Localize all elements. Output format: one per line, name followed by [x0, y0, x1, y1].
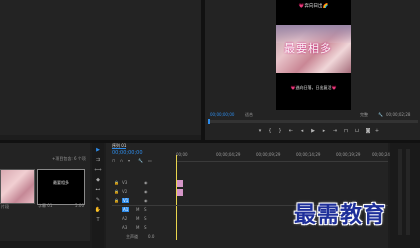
- overwrite-icon[interactable]: ⊔: [354, 128, 360, 134]
- mute-icon[interactable]: M: [136, 207, 139, 212]
- project-clip-thumbnail-2[interactable]: 最要相多: [37, 169, 85, 205]
- project-clip-thumbnail-1[interactable]: [0, 169, 35, 204]
- export-frame-icon[interactable]: ◙: [365, 128, 371, 134]
- project-panel: +项目包含: 6 个项 片段 最要相多 字幕 01 5:00: [0, 143, 90, 248]
- watermark-text: 最需教育: [294, 202, 387, 228]
- video-image: 最要相多: [276, 25, 351, 73]
- captions-icon[interactable]: ▭: [148, 158, 152, 163]
- time-ruler[interactable]: 00;00 00;00;04;29 00;00;09;29 00;00;14;2…: [176, 151, 396, 162]
- ruler-label: 00;00;09;29: [256, 152, 281, 157]
- program-timecode: 00;00;00;00: [210, 112, 235, 117]
- project-footer-bar: [0, 241, 90, 248]
- timeline-options-row: ⊓ ∩ ▾ 🔧 ▭: [112, 158, 172, 164]
- program-video-frame: 💗奔向日出🌈 最要相多 💗逃向日落，日出复活💗: [276, 0, 351, 110]
- program-monitor-panel: 💗奔向日出🌈 最要相多 💗逃向日落，日出复活💗 00;00;00;00 适合 完…: [205, 0, 420, 140]
- solo-icon[interactable]: S: [144, 216, 147, 221]
- track-v1[interactable]: V1 🔒 ◉: [112, 197, 184, 205]
- track-name: A3: [122, 225, 128, 230]
- source-monitor-panel: [0, 0, 201, 135]
- selection-tool-icon[interactable]: ▶: [94, 146, 102, 154]
- solo-icon[interactable]: S: [144, 225, 147, 230]
- add-marker-icon[interactable]: ▾: [128, 158, 130, 163]
- track-headers: V3 🔒 ◉ V2 🔒 ◉ V1 🔒 ◉ A1 M S A2 M S A3 M S 主声道 0.0: [112, 179, 176, 239]
- project-bin-label: +项目包含: 6 个项: [52, 156, 86, 161]
- eye-icon[interactable]: ◉: [144, 198, 148, 203]
- go-to-out-icon[interactable]: ⇥: [332, 128, 338, 134]
- track-master[interactable]: 主声道 0.0: [112, 233, 184, 241]
- track-a3[interactable]: A3 M S: [112, 224, 184, 232]
- lock-icon[interactable]: 🔒: [114, 180, 119, 185]
- track-name: V1: [122, 198, 130, 203]
- audio-meter-right: [406, 149, 410, 235]
- sequence-tab[interactable]: 序列 01: [112, 143, 127, 149]
- track-name: 主声道: [126, 234, 138, 239]
- clip-v1[interactable]: [177, 189, 183, 196]
- out-point-icon[interactable]: }: [277, 128, 283, 134]
- project-clip-duration: 5:00: [75, 203, 84, 208]
- track-name: A1: [122, 207, 130, 212]
- clip-v2[interactable]: [177, 180, 183, 187]
- program-duration: 00;00;02;28: [386, 112, 411, 117]
- transport-controls: ▾ { } ⇤ ◂ ▶ ▸ ⇥ ⊓ ⊔ ◙ +: [257, 128, 379, 136]
- project-clip-label-1: 片段: [1, 204, 9, 209]
- add-icon[interactable]: +: [374, 128, 380, 134]
- track-v3[interactable]: V3 🔒 ◉: [112, 179, 184, 187]
- play-icon[interactable]: ▶: [310, 128, 316, 134]
- snap-icon[interactable]: ⊓: [112, 158, 115, 163]
- wrench-icon[interactable]: 🔧: [138, 158, 143, 163]
- mute-icon[interactable]: M: [136, 225, 139, 230]
- track-select-icon[interactable]: ⇉: [94, 156, 102, 164]
- ruler-label: 00;00;04;29: [216, 152, 241, 157]
- pen-icon[interactable]: ✎: [94, 196, 102, 204]
- track-name: V2: [122, 189, 128, 194]
- marker-icon[interactable]: ▾: [257, 128, 263, 134]
- eye-icon[interactable]: ◉: [144, 180, 148, 185]
- track-name: V3: [122, 180, 128, 185]
- go-to-in-icon[interactable]: ⇤: [288, 128, 294, 134]
- linked-selection-icon[interactable]: ∩: [120, 158, 123, 163]
- insert-icon[interactable]: ⊓: [343, 128, 349, 134]
- audio-meters-panel: [390, 143, 420, 248]
- hand-icon[interactable]: ✋: [94, 206, 102, 214]
- razor-icon[interactable]: ◆: [94, 176, 102, 184]
- video-subtitle: 💗逃向日落，日出复活💗: [290, 85, 337, 90]
- quality-dropdown[interactable]: 完整: [360, 112, 368, 117]
- master-volume[interactable]: 0.0: [148, 234, 154, 239]
- program-playhead[interactable]: [208, 119, 210, 124]
- sequence-timecode[interactable]: 00;00;00;00: [112, 151, 143, 156]
- track-a2[interactable]: A2 M S: [112, 215, 184, 223]
- fit-dropdown[interactable]: 适合: [245, 112, 253, 117]
- type-icon[interactable]: T: [94, 216, 102, 224]
- lock-icon[interactable]: 🔒: [114, 189, 119, 194]
- mute-icon[interactable]: M: [136, 216, 139, 221]
- project-clip-label-2: 字幕 01: [38, 203, 53, 208]
- overlay-text: 最要相多: [284, 42, 332, 55]
- tools-panel: ▶ ⇉ ⟺ ◆ ⊷ ✎ ✋ T: [92, 143, 104, 248]
- lock-icon[interactable]: 🔒: [114, 198, 119, 203]
- video-title: 💗奔向日出🌈: [298, 4, 329, 9]
- ruler-label: 00;00;14;29: [296, 152, 321, 157]
- timeline-panel: 序列 01 00;00;00;00 ⊓ ∩ ▾ 🔧 ▭ 00;00 00;00;…: [106, 143, 396, 248]
- ruler-label: 00;00: [176, 152, 188, 157]
- track-name: A2: [122, 216, 128, 221]
- project-clip-text: 最要相多: [53, 180, 69, 185]
- track-a1[interactable]: A1 M S: [112, 206, 184, 214]
- track-v2[interactable]: V2 🔒 ◉: [112, 188, 184, 196]
- in-point-icon[interactable]: {: [267, 128, 273, 134]
- audio-meter-left: [398, 149, 402, 235]
- settings-icon[interactable]: 🔧: [378, 112, 383, 117]
- program-scrubber[interactable]: [208, 119, 418, 124]
- eye-icon[interactable]: ◉: [144, 189, 148, 194]
- ripple-edit-icon[interactable]: ⟺: [94, 166, 102, 174]
- step-forward-icon[interactable]: ▸: [321, 128, 327, 134]
- ruler-label: 00;00;19;29: [336, 152, 361, 157]
- step-back-icon[interactable]: ◂: [299, 128, 305, 134]
- slip-icon[interactable]: ⊷: [94, 186, 102, 194]
- solo-icon[interactable]: S: [144, 207, 147, 212]
